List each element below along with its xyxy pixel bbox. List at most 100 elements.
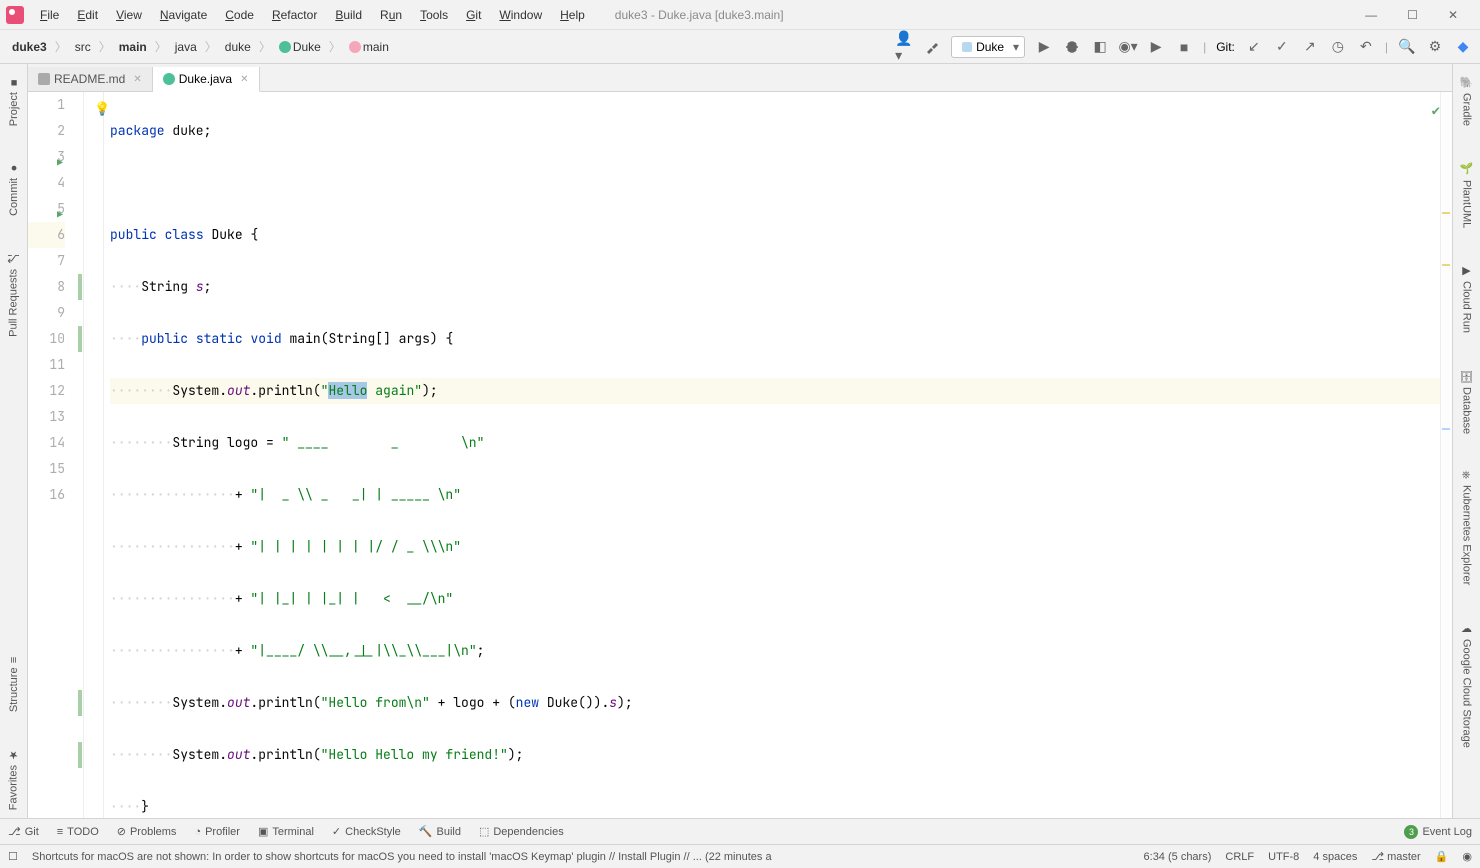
main-area: Project ■ Commit ● Pull Requests ⎇ Struc… xyxy=(0,64,1480,818)
editor-area: README.md✕ Duke.java✕ 1 2 3▶ 4 5▶ 6 7 8 … xyxy=(28,64,1452,818)
event-log[interactable]: 3 Event Log xyxy=(1404,825,1472,839)
settings-icon[interactable]: ⚙ xyxy=(1426,38,1444,56)
status-indent[interactable]: 4 spaces xyxy=(1313,851,1357,863)
menu-edit[interactable]: Edit xyxy=(69,4,106,26)
bottom-todo[interactable]: ≡ TODO xyxy=(57,826,99,838)
git-label: Git: xyxy=(1216,40,1235,54)
navigation-bar: duke3 〉 src 〉 main 〉 java 〉 duke 〉 Duke … xyxy=(0,30,1480,64)
status-encoding[interactable]: UTF-8 xyxy=(1268,851,1299,863)
tab-duke-java[interactable]: Duke.java✕ xyxy=(153,67,260,92)
status-line-sep[interactable]: CRLF xyxy=(1225,851,1254,863)
left-tab-commit[interactable]: Commit ● xyxy=(6,154,22,224)
crumb-src[interactable]: src xyxy=(71,38,95,56)
window-controls: — ☐ ✕ xyxy=(1359,6,1474,24)
menu-code[interactable]: Code xyxy=(217,4,262,26)
close-tab-icon[interactable]: ✕ xyxy=(133,74,141,85)
menu-view[interactable]: View xyxy=(108,4,150,26)
close-tab-icon[interactable]: ✕ xyxy=(240,74,248,85)
bottom-terminal[interactable]: ▣ Terminal xyxy=(258,825,314,838)
markdown-file-icon xyxy=(38,73,50,85)
minimize-icon[interactable]: — xyxy=(1359,6,1383,24)
crumb-project[interactable]: duke3 xyxy=(8,38,51,56)
chevron-right-icon: 〉 xyxy=(205,38,217,55)
chevron-right-icon: 〉 xyxy=(155,38,167,55)
menu-run[interactable]: Run xyxy=(372,4,410,26)
run-config-select[interactable]: Duke xyxy=(951,36,1025,58)
update-project-icon[interactable]: ↙ xyxy=(1245,38,1263,56)
left-tab-structure[interactable]: Structure ≡ xyxy=(6,649,22,720)
menu-refactor[interactable]: Refactor xyxy=(264,4,325,26)
rollback-icon[interactable]: ↶ xyxy=(1357,38,1375,56)
push-icon[interactable]: ↗ xyxy=(1301,38,1319,56)
history-icon[interactable]: ◷ xyxy=(1329,38,1347,56)
build-hammer-icon[interactable] xyxy=(923,38,941,56)
right-tab-gcs[interactable]: ☁ Google Cloud Storage xyxy=(1458,614,1475,756)
code-content[interactable]: package duke; public class Duke { ····St… xyxy=(104,92,1452,818)
java-file-icon xyxy=(163,73,175,85)
menu-file[interactable]: File xyxy=(32,4,67,26)
add-user-icon[interactable]: 👤▾ xyxy=(895,38,913,56)
ide-logo-icon xyxy=(6,6,24,24)
debug-icon[interactable] xyxy=(1063,38,1081,56)
bottom-problems[interactable]: ⊘ Problems xyxy=(117,825,177,838)
bottom-dependencies[interactable]: ⬚ Dependencies xyxy=(479,825,564,838)
coverage-icon[interactable]: ◧ xyxy=(1091,38,1109,56)
menu-help[interactable]: Help xyxy=(552,4,593,26)
editor-tabs: README.md✕ Duke.java✕ xyxy=(28,64,1452,92)
chevron-right-icon: 〉 xyxy=(55,38,67,55)
commit-icon[interactable]: ✓ xyxy=(1273,38,1291,56)
crumb-java[interactable]: java xyxy=(171,38,201,56)
bottom-checkstyle[interactable]: ✓ CheckStyle xyxy=(332,825,401,838)
bottom-git[interactable]: ⎇ Git xyxy=(8,825,39,838)
run-icon[interactable]: ▶ xyxy=(1035,38,1053,56)
bottom-profiler[interactable]: ◔ Profiler xyxy=(194,826,240,838)
status-branch[interactable]: ⎇ master xyxy=(1371,850,1420,863)
right-tab-plantuml[interactable]: 🌱 PlantUML xyxy=(1458,154,1475,236)
right-tool-strip: 🐘 Gradle 🌱 PlantUML ▶ Cloud Run 🗄 Databa… xyxy=(1452,64,1480,818)
status-caret-pos[interactable]: 6:34 (5 chars) xyxy=(1144,851,1212,863)
right-tab-database[interactable]: 🗄 Database xyxy=(1458,361,1475,442)
class-icon xyxy=(279,41,291,53)
menu-build[interactable]: Build xyxy=(327,4,370,26)
close-icon[interactable]: ✕ xyxy=(1442,6,1464,24)
search-icon[interactable]: 🔍 xyxy=(1398,38,1416,56)
right-tab-cloud-run[interactable]: ▶ Cloud Run xyxy=(1458,256,1475,341)
status-bar: ☐ Shortcuts for macOS are not shown: In … xyxy=(0,844,1480,868)
menu-tools[interactable]: Tools xyxy=(412,4,456,26)
crumb-main[interactable]: main xyxy=(115,38,151,56)
ide-fullscreen-icon[interactable]: ◆ xyxy=(1454,38,1472,56)
crumb-method[interactable]: main xyxy=(345,38,393,56)
chevron-right-icon: 〉 xyxy=(329,38,341,55)
method-icon xyxy=(349,41,361,53)
menu-navigate[interactable]: Navigate xyxy=(152,4,215,26)
crumb-class[interactable]: Duke xyxy=(275,38,325,56)
fold-column xyxy=(84,92,104,818)
bottom-build[interactable]: 🔨 Build xyxy=(419,825,461,838)
status-lock-icon[interactable]: 🔒 xyxy=(1435,850,1449,863)
inspection-ok-icon[interactable]: ✔ xyxy=(1432,98,1440,124)
left-tab-project[interactable]: Project ■ xyxy=(6,68,22,134)
menubar: File Edit View Navigate Code Refactor Bu… xyxy=(0,0,1480,30)
maximize-icon[interactable]: ☐ xyxy=(1401,6,1424,24)
attach-icon[interactable]: ▶ xyxy=(1147,38,1165,56)
right-tab-gradle[interactable]: 🐘 Gradle xyxy=(1458,68,1475,134)
status-notification-icon[interactable]: ☐ xyxy=(8,850,18,863)
right-tab-kubernetes[interactable]: ⎈ Kubernetes Explorer xyxy=(1459,462,1475,593)
error-stripe[interactable] xyxy=(1440,92,1452,818)
left-tool-strip: Project ■ Commit ● Pull Requests ⎇ Struc… xyxy=(0,64,28,818)
tab-readme[interactable]: README.md✕ xyxy=(28,67,153,91)
code-editor[interactable]: 1 2 3▶ 4 5▶ 6 7 8 9 10 11 12 13 14 15 16… xyxy=(28,92,1452,818)
status-message[interactable]: Shortcuts for macOS are not shown: In or… xyxy=(32,851,772,863)
menu-git[interactable]: Git xyxy=(458,4,489,26)
stop-icon[interactable]: ■ xyxy=(1175,38,1193,56)
intention-bulb-icon[interactable]: 💡 xyxy=(94,96,110,122)
left-tab-favorites[interactable]: Favorites ★ xyxy=(5,740,22,818)
profile-icon[interactable]: ◉▾ xyxy=(1119,38,1137,56)
status-memory-icon[interactable]: ◉ xyxy=(1462,850,1472,863)
left-tab-pull-requests[interactable]: Pull Requests ⎇ xyxy=(5,244,22,345)
chevron-right-icon: 〉 xyxy=(259,38,271,55)
chevron-right-icon: 〉 xyxy=(99,38,111,55)
crumb-duke[interactable]: duke xyxy=(221,38,255,56)
event-count-badge: 3 xyxy=(1404,825,1418,839)
menu-window[interactable]: Window xyxy=(491,4,550,26)
